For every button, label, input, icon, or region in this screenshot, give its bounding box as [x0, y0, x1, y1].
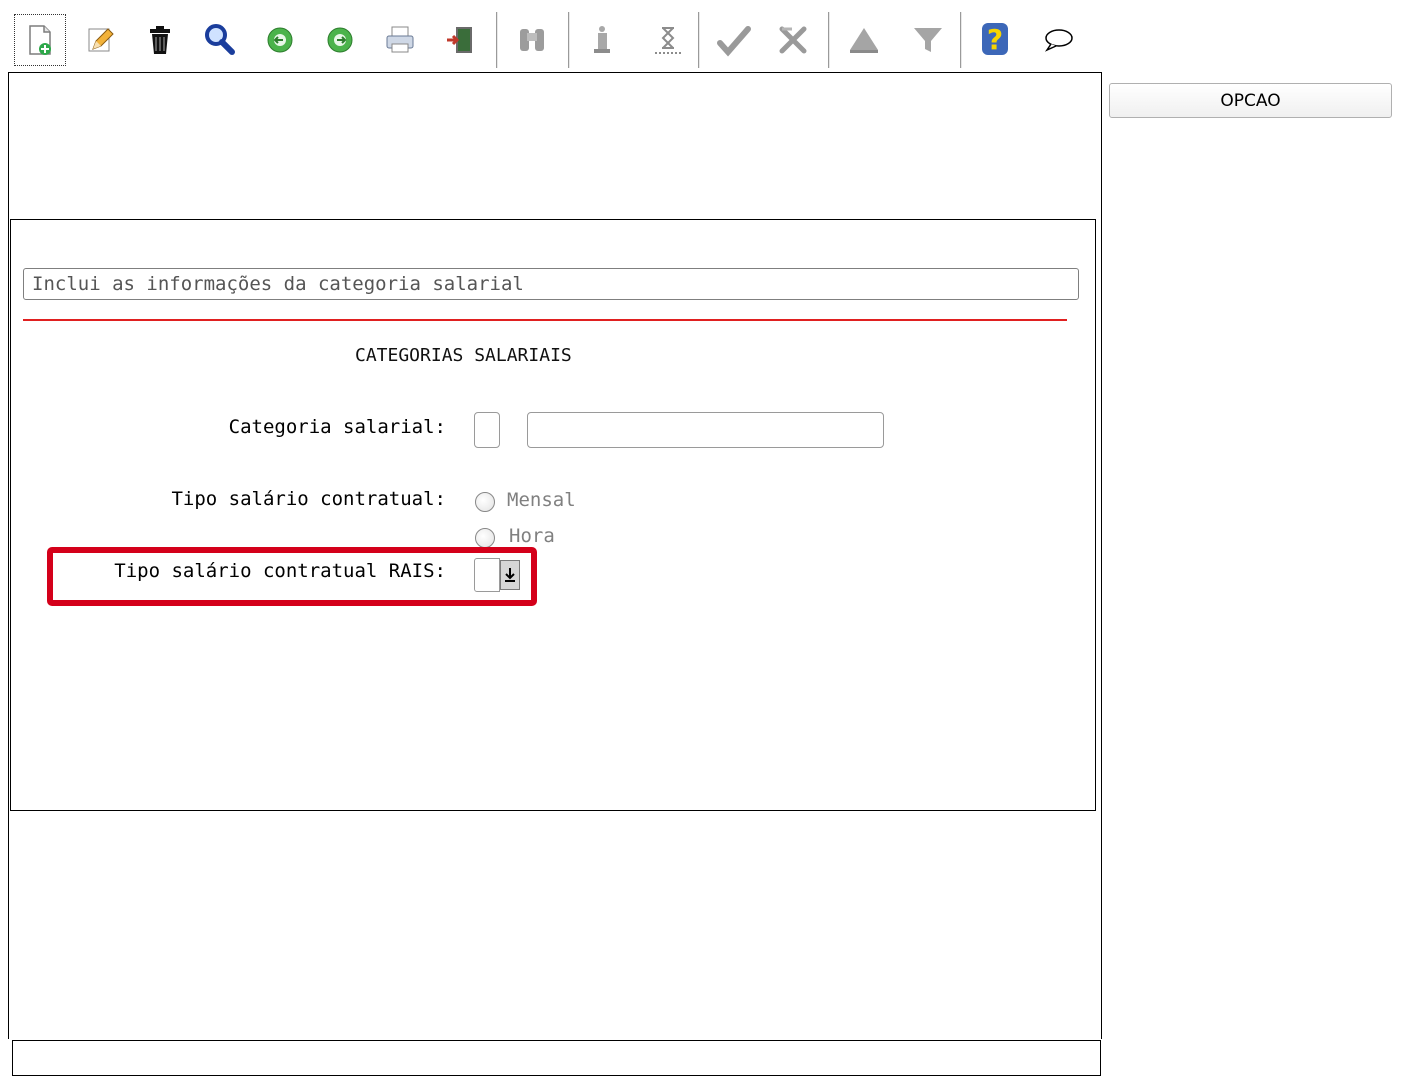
- section-title: CATEGORIAS SALARIAIS: [355, 345, 572, 366]
- binoculars-icon[interactable]: [504, 12, 560, 68]
- search-magnifier-icon[interactable]: [192, 12, 248, 68]
- next-green-icon[interactable]: [312, 12, 368, 68]
- previous-green-icon[interactable]: [252, 12, 308, 68]
- toolbar-separator: [828, 12, 830, 68]
- triangle-up-icon[interactable]: [836, 12, 892, 68]
- trash-icon[interactable]: [132, 12, 188, 68]
- categoria-code-input[interactable]: [474, 412, 500, 448]
- radio-hora-label: Hora: [509, 525, 555, 547]
- categoria-salarial-label: Categoria salarial:: [228, 416, 446, 438]
- confirm-check-icon[interactable]: [706, 12, 762, 68]
- print-icon[interactable]: [372, 12, 428, 68]
- status-bar: [12, 1040, 1101, 1076]
- edit-pencil-icon[interactable]: [72, 12, 128, 68]
- form-panel: Inclui as informações da categoria salar…: [10, 219, 1096, 811]
- highlight-box: [47, 547, 537, 606]
- speech-bubble-icon[interactable]: [1030, 12, 1086, 68]
- tipo-salario-label: Tipo salário contratual:: [171, 488, 446, 510]
- hint-text: Inclui as informações da categoria salar…: [23, 268, 1079, 300]
- toolbar-separator: [496, 12, 498, 68]
- cancel-icon[interactable]: [766, 12, 822, 68]
- toolbar-separator: [698, 12, 700, 68]
- radio-hora[interactable]: [475, 528, 495, 548]
- toolbar: ?: [8, 8, 1100, 72]
- funnel-icon[interactable]: [900, 12, 956, 68]
- help-question-icon[interactable]: ?: [968, 12, 1024, 68]
- divider-line: [23, 319, 1067, 321]
- toolbar-separator: [960, 12, 962, 68]
- opcao-button[interactable]: OPCAO: [1109, 83, 1392, 118]
- radio-mensal-label: Mensal: [507, 489, 576, 511]
- exit-door-icon[interactable]: [432, 12, 488, 68]
- new-document-icon[interactable]: [12, 12, 68, 68]
- svg-text:?: ?: [987, 23, 1003, 56]
- info-icon[interactable]: [574, 12, 630, 68]
- categoria-description-input[interactable]: [527, 412, 884, 448]
- radio-mensal[interactable]: [475, 492, 495, 512]
- toolbar-separator: [568, 12, 570, 68]
- hourglass-icon[interactable]: [640, 12, 696, 68]
